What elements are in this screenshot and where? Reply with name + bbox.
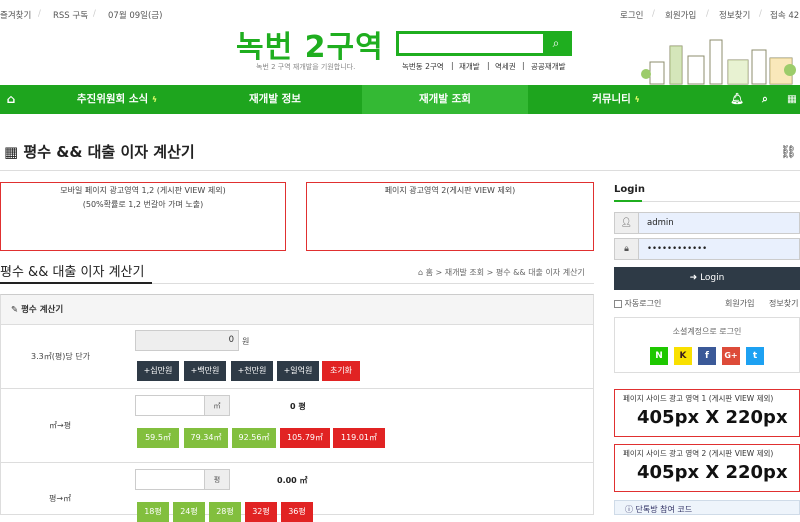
add-100k-button[interactable]: +십만원 [137, 361, 179, 381]
section-title: 평수 && 대출 이자 계산기 [0, 265, 145, 280]
nav-item-info[interactable]: 재개발 정보 [210, 85, 340, 114]
side-ad-1[interactable]: 페이지 사이드 광고 영역 1 (게시판 VIEW 제외) 405px X 22… [614, 389, 800, 437]
search-icon[interactable]: ⌕ [543, 34, 569, 53]
add-1m-button[interactable]: +백만원 [184, 361, 226, 381]
ad-area-1[interactable]: 모바일 페이지 광고영역 1,2 (게시판 VIEW 제외) (50%확률로 1… [0, 182, 286, 251]
lightning-icon: ϟ [634, 95, 640, 104]
price-label: 3.3㎡(평)당 단가 [31, 352, 90, 361]
nav-item-news[interactable]: 추진위원회 소식 ϟ [52, 85, 182, 114]
join-link[interactable]: 회원가입 [665, 9, 696, 21]
bookmark-link[interactable]: 즐겨찾기 [0, 9, 31, 21]
twitter-icon[interactable]: t [746, 347, 764, 365]
visit-count: 접속 42 [770, 11, 800, 21]
quicklink-4[interactable]: 공공재개발 [531, 61, 566, 72]
grid-menu-icon[interactable]: ▦ [784, 85, 800, 114]
info-icon: ⓘ [625, 505, 633, 514]
preset-24-button[interactable]: 24평 [173, 502, 205, 522]
area-calculator: ✎ 평수 계산기 3.3㎡(평)당 단가 0 원 +십만원 +백만원 +천만원 … [0, 294, 594, 522]
pyeong-to-sqm-label: 평→㎡ [49, 494, 72, 503]
preset-59-button[interactable]: 59.5㎡ [137, 428, 179, 448]
add-100m-button[interactable]: +일억원 [277, 361, 319, 381]
page-title: ▦ 평수 && 대출 이자 계산기 [4, 143, 195, 161]
sqm-result: 0.00 ㎡ [277, 476, 308, 485]
side-join-link[interactable]: 회원가입 [725, 298, 754, 309]
preset-105-button[interactable]: 105.79㎡ [280, 428, 330, 448]
preset-119-button[interactable]: 119.01㎡ [333, 428, 385, 448]
pyeong-result: 0 평 [290, 402, 306, 411]
password-field[interactable]: 🔒︎ •••••••••••• [614, 238, 800, 260]
pyeong-unit: 평 [205, 469, 230, 490]
social-login: 소셜계정으로 로그인 N K f G+ t [614, 317, 800, 373]
city-illustration [641, 39, 796, 85]
calculator-icon: ▦ [4, 143, 19, 161]
nav-item-community[interactable]: 커뮤니티 ϟ [556, 85, 676, 114]
top-bar: 즐겨찾기 / RSS 구독 / 07월 09일(금) 로그인 / 회원가입 / … [0, 9, 800, 21]
add-10m-button[interactable]: +천만원 [231, 361, 273, 381]
link-icon[interactable]: ⛓ [780, 145, 797, 160]
google-plus-icon[interactable]: G+ [722, 347, 740, 365]
facebook-icon[interactable]: f [698, 347, 716, 365]
home-icon[interactable]: ⌂ [418, 268, 423, 277]
naver-icon[interactable]: N [650, 347, 668, 365]
kakao-icon[interactable]: K [674, 347, 692, 365]
side-ad-2[interactable]: 페이지 사이드 광고 영역 2 (게시판 VIEW 제외) 405px X 22… [614, 444, 800, 492]
search-icon[interactable]: ⌕ [756, 85, 774, 114]
bell-icon[interactable]: 🔔︎ [728, 85, 746, 114]
ad-area-2[interactable]: 페이지 광고영역 2(게시판 VIEW 제외) [306, 182, 594, 251]
sqm-unit: ㎡ [205, 395, 230, 416]
preset-79-button[interactable]: 79.34㎡ [184, 428, 228, 448]
edit-icon: ✎ [11, 305, 19, 315]
auto-login-checkbox[interactable]: 자동로그인 [614, 298, 661, 309]
find-info-link[interactable]: 정보찾기 [719, 9, 750, 21]
search-box[interactable]: ⌕ [396, 31, 572, 56]
side-find-link[interactable]: 정보찾기 [769, 298, 798, 309]
lightning-icon: ϟ [151, 95, 158, 104]
price-input[interactable]: 0 [135, 330, 239, 351]
checkbox-box[interactable] [614, 299, 622, 308]
date-text: 07월 09일(금) [108, 11, 163, 21]
site-tagline: 녹번 2 구역 재개발을 기원합니다. [256, 63, 356, 71]
preset-92-button[interactable]: 92.56㎡ [232, 428, 276, 448]
won-unit: 원 [242, 337, 250, 346]
pyeong-input[interactable] [135, 469, 205, 490]
preset-18-button[interactable]: 18평 [137, 502, 169, 522]
home-icon[interactable]: ⌂ [0, 85, 22, 114]
reset-button[interactable]: 초기화 [322, 361, 360, 381]
login-button[interactable]: ➜ Login [614, 267, 800, 290]
lock-icon: 🔒︎ [615, 239, 639, 259]
preset-32-button[interactable]: 32평 [245, 502, 277, 522]
login-link[interactable]: 로그인 [620, 9, 643, 21]
login-tab[interactable]: Login [614, 184, 645, 195]
calculator-header: ✎ 평수 계산기 [1, 295, 593, 325]
main-nav: ⌂ 추진위원회 소식 ϟ 재개발 정보 재개발 조회 커뮤니티 ϟ 🔔︎ ⌕ ▦ [0, 85, 800, 114]
preset-36-button[interactable]: 36평 [281, 502, 313, 522]
sqm-to-pyeong-label: ㎡→평 [49, 421, 72, 430]
quicklink-1[interactable]: 녹번동 2구역 [402, 61, 444, 72]
preset-28-button[interactable]: 28평 [209, 502, 241, 522]
nav-item-lookup[interactable]: 재개발 조회 [362, 85, 528, 114]
breadcrumb: ⌂ 홈 > 재개발 조회 > 평수 && 대출 이자 계산기 [418, 268, 585, 277]
username-field[interactable]: 👤︎ admin [614, 212, 800, 234]
chatroom-code-box[interactable]: ⓘ 단톡방 참여 코드 [614, 500, 800, 515]
sqm-input[interactable] [135, 395, 205, 416]
quicklink-3[interactable]: 역세권 [495, 61, 516, 72]
user-icon: 👤︎ [615, 213, 639, 233]
quicklink-2[interactable]: 재개발 [459, 61, 480, 72]
sign-in-icon: ➜ [689, 273, 698, 283]
site-logo[interactable]: 녹번 2구역 [236, 22, 384, 66]
rss-link[interactable]: RSS 구독 [53, 9, 88, 21]
